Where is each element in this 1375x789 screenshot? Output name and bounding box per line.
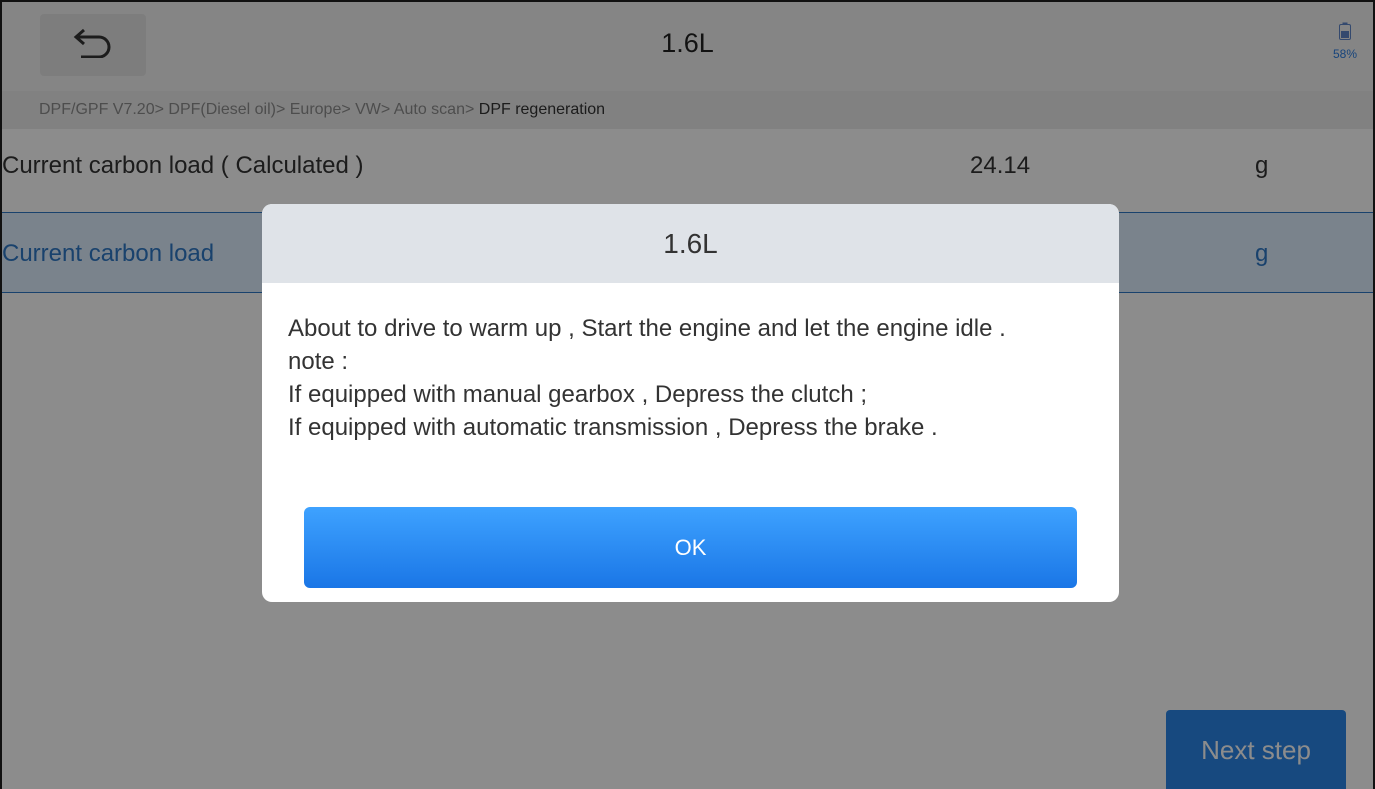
dialog-line: About to drive to warm up , Start the en… xyxy=(288,315,1006,342)
dialog-message: About to drive to warm up , Start the en… xyxy=(262,283,1119,444)
message-dialog: 1.6L About to drive to warm up , Start t… xyxy=(262,204,1119,602)
app-screen: 1.6L 58% DPF/GPF V7.20> DPF(Diesel oil)>… xyxy=(0,0,1375,789)
dialog-line: If equipped with automatic transmission … xyxy=(288,414,938,441)
dialog-line: note : xyxy=(288,348,349,375)
dialog-title: 1.6L xyxy=(262,204,1119,283)
dialog-line: If equipped with manual gearbox , Depres… xyxy=(288,381,867,408)
ok-button[interactable]: OK xyxy=(304,507,1077,588)
